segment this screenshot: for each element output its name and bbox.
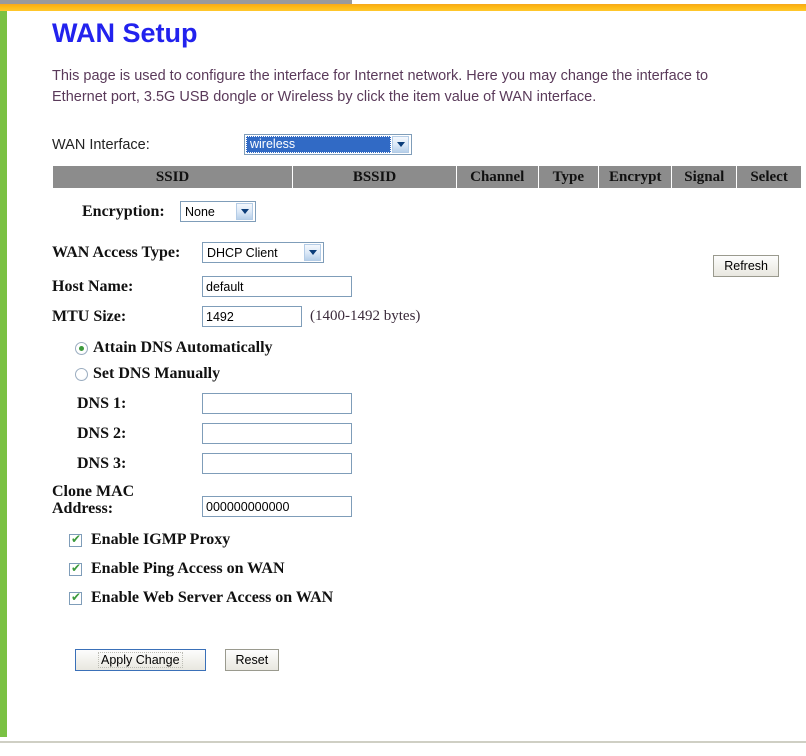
wan-access-type-row: WAN Access Type: DHCP Client [52, 242, 806, 263]
set-dns-manually-radio[interactable] [75, 367, 88, 381]
top-orange-bar [0, 4, 806, 11]
enable-ping-access-checkbox[interactable] [69, 562, 82, 576]
dns3-row: DNS 3: [52, 453, 806, 474]
chevron-down-icon [304, 244, 321, 261]
clone-mac-label: Clone MAC Address: [52, 483, 202, 517]
mtu-size-label: MTU Size: [52, 307, 127, 325]
enable-web-server-access-row[interactable]: Enable Web Server Access on WAN [69, 589, 806, 607]
dns2-row: DNS 2: [52, 423, 806, 444]
wan-interface-row: WAN Interface: wireless [52, 134, 806, 155]
encryption-label: Encryption: [82, 202, 165, 220]
page-description: This page is used to configure the inter… [52, 68, 709, 105]
enable-igmp-proxy-checkbox[interactable] [69, 533, 82, 547]
dns1-row: DNS 1: [52, 393, 806, 414]
enable-ping-access-row[interactable]: Enable Ping Access on WAN [69, 560, 806, 578]
enable-igmp-proxy-row[interactable]: Enable IGMP Proxy [69, 531, 806, 549]
enable-web-server-access-checkbox[interactable] [69, 591, 82, 605]
action-buttons-row: Apply Change Reset [75, 649, 806, 671]
reset-button[interactable]: Reset [224, 649, 280, 671]
mtu-size-hint: (1400-1492 bytes) [310, 308, 421, 324]
attain-dns-radio[interactable] [75, 341, 88, 355]
left-green-bar [0, 11, 7, 737]
chevron-down-icon [392, 136, 409, 153]
dns3-input[interactable] [202, 453, 352, 474]
mtu-size-row: MTU Size: (1400-1492 bytes) [52, 306, 806, 327]
enable-web-server-access-label: Enable Web Server Access on WAN [91, 589, 334, 606]
wan-access-type-value: DHCP Client [207, 245, 278, 260]
host-name-row: Host Name: [52, 276, 806, 297]
apply-change-label: Apply Change [98, 652, 183, 668]
dns3-label: DNS 3: [77, 454, 127, 472]
encryption-value: None [185, 204, 215, 219]
dns2-input[interactable] [202, 423, 352, 444]
bottom-footer-area [0, 743, 806, 756]
wan-interface-select[interactable]: wireless [244, 134, 412, 155]
dns1-input[interactable] [202, 393, 352, 414]
column-header-signal: Signal [672, 166, 737, 188]
column-header-channel: Channel [456, 166, 538, 188]
set-dns-manually-label: Set DNS Manually [93, 365, 221, 382]
clone-mac-label-line1: Clone MAC [52, 483, 135, 500]
refresh-button[interactable]: Refresh [713, 255, 779, 277]
wan-access-type-select[interactable]: DHCP Client [202, 242, 324, 263]
encryption-select[interactable]: None [180, 201, 256, 222]
wan-access-type-label: WAN Access Type: [52, 243, 181, 261]
mtu-size-input[interactable] [202, 306, 302, 327]
chevron-down-icon [236, 203, 253, 220]
column-header-bssid: BSSID [293, 166, 456, 188]
dns1-label: DNS 1: [77, 394, 127, 412]
clone-mac-row: Clone MAC Address: [52, 483, 806, 517]
wireless-scan-table: SSID BSSID Channel Type Encrypt Signal S… [52, 165, 802, 189]
enable-igmp-proxy-label: Enable IGMP Proxy [91, 531, 231, 548]
encryption-row: Encryption: None [52, 201, 806, 222]
column-header-ssid: SSID [53, 166, 293, 188]
wan-interface-label: WAN Interface: [52, 136, 150, 153]
attain-dns-label: Attain DNS Automatically [93, 339, 273, 356]
refresh-button-wrap: Refresh [713, 255, 779, 277]
table-header-row: SSID BSSID Channel Type Encrypt Signal S… [53, 166, 801, 188]
dns2-label: DNS 2: [77, 424, 127, 442]
column-header-type: Type [538, 166, 599, 188]
wan-interface-value: wireless [246, 136, 391, 153]
attain-dns-automatically-row[interactable]: Attain DNS Automatically [75, 339, 806, 357]
column-header-select: Select [737, 166, 801, 188]
host-name-input[interactable] [202, 276, 352, 297]
apply-change-button[interactable]: Apply Change [75, 649, 206, 671]
clone-mac-label-line2: Address: [52, 500, 114, 517]
wan-setup-page: WAN Setup This page is used to configure… [27, 11, 806, 741]
clone-mac-input[interactable] [202, 496, 352, 517]
set-dns-manually-row[interactable]: Set DNS Manually [75, 365, 806, 383]
column-header-encrypt: Encrypt [599, 166, 672, 188]
page-title: WAN Setup [52, 18, 198, 48]
host-name-label: Host Name: [52, 277, 134, 295]
enable-ping-access-label: Enable Ping Access on WAN [91, 560, 285, 577]
